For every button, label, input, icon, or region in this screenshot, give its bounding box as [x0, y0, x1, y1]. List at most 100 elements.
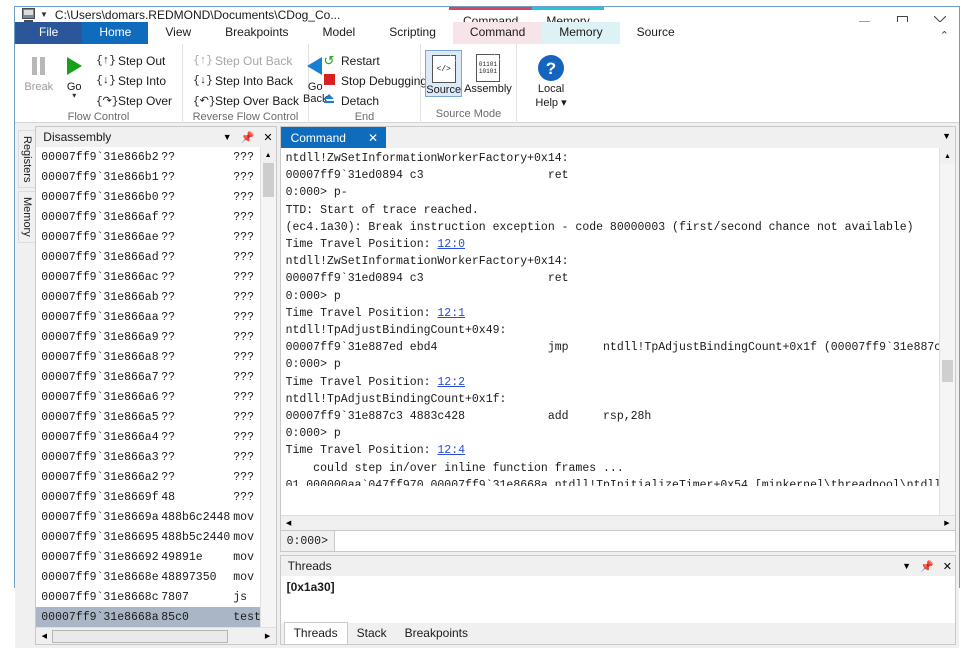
- go-button[interactable]: Go ▾: [56, 48, 91, 100]
- disassembly-dropdown-icon[interactable]: ▼: [223, 132, 232, 142]
- stop-debugging-button[interactable]: Stop Debugging: [315, 71, 431, 91]
- table-row[interactable]: 00007ff9`31e866af?????: [36, 207, 275, 227]
- table-row[interactable]: 00007ff9`31e866b0?????: [36, 187, 275, 207]
- tab-source[interactable]: Source: [620, 22, 692, 44]
- command-output[interactable]: ntdll!ZwSetInformationWorkerFactory+0x14…: [280, 148, 955, 515]
- restart-label: Restart: [341, 54, 380, 68]
- disassembly-horizontal-scrollbar[interactable]: ◀ ▶: [36, 627, 276, 644]
- step-out-button[interactable]: {↑} Step Out: [92, 51, 176, 71]
- tab-memory[interactable]: Memory: [542, 22, 620, 44]
- disassembly-pane: Disassembly ▼ 📌 ✕ 00007ff9`31e866b2?????…: [35, 126, 277, 645]
- table-row[interactable]: 00007ff9`31e8668a 85c0 test: [36, 607, 276, 627]
- step-out-back-button[interactable]: {↑} Step Out Back: [189, 51, 303, 71]
- scroll-thumb[interactable]: [262, 163, 274, 197]
- command-output-line: 0:000> p: [285, 289, 341, 303]
- command-scroll-right-icon[interactable]: ▶: [939, 516, 955, 531]
- disassembly-bytes: ??: [161, 170, 176, 184]
- app-system-icon[interactable]: [22, 7, 39, 22]
- table-row[interactable]: 00007ff9`31e866ad?????: [36, 247, 275, 267]
- detach-button[interactable]: Detach: [315, 91, 431, 111]
- command-tabs-dropdown-icon[interactable]: ▼: [942, 131, 951, 141]
- command-scroll-up-icon[interactable]: ▲: [940, 148, 955, 164]
- table-row[interactable]: 00007ff9`31e866a5?????: [36, 407, 275, 427]
- assembly-mode-button[interactable]: 01101 10101 Assembly: [464, 50, 512, 95]
- command-tab[interactable]: Command ✕: [280, 127, 386, 148]
- command-input[interactable]: [335, 531, 955, 551]
- disassembly-list[interactable]: 00007ff9`31e866b2????? 00007ff9`31e866b1?…: [36, 147, 276, 627]
- command-scroll-thumb[interactable]: [942, 360, 953, 382]
- command-vertical-scrollbar[interactable]: ▲: [939, 148, 955, 515]
- table-row[interactable]: 00007ff9`31e866ac?????: [36, 267, 275, 287]
- table-row[interactable]: 00007ff9`31e86692 49891e mov: [36, 547, 275, 567]
- assembly-mode-label: Assembly: [464, 83, 512, 95]
- source-mode-button[interactable]: </> Source: [425, 50, 463, 97]
- table-row[interactable]: 00007ff9`31e8668c 7807 js: [36, 587, 275, 607]
- tab-model[interactable]: Model: [306, 22, 373, 44]
- tab-breakpoints[interactable]: Breakpoints: [208, 22, 305, 44]
- collapse-ribbon-icon[interactable]: ⌃: [940, 29, 949, 42]
- restart-button[interactable]: ↺ Restart: [315, 51, 431, 71]
- disassembly-close-icon[interactable]: ✕: [263, 131, 272, 144]
- disassembly-bytes: ??: [161, 150, 176, 164]
- tab-threads[interactable]: Threads: [283, 622, 348, 644]
- table-row[interactable]: 00007ff9`31e866a2?????: [36, 467, 275, 487]
- table-row[interactable]: 00007ff9`31e866a9?????: [36, 327, 275, 347]
- command-tab-close-icon[interactable]: ✕: [368, 131, 378, 145]
- table-row[interactable]: 00007ff9`31e866a7?????: [36, 367, 275, 387]
- time-travel-position-link[interactable]: 12:2: [437, 376, 465, 389]
- detach-label: Detach: [341, 94, 380, 108]
- table-row[interactable]: 00007ff9`31e866a8?????: [36, 347, 275, 367]
- table-row[interactable]: 00007ff9`31e86695 488b5c2440 mov: [36, 527, 275, 547]
- threads-pin-icon[interactable]: 📌: [920, 560, 934, 573]
- table-row[interactable]: 00007ff9`31e866a6?????: [36, 387, 275, 407]
- table-row[interactable]: 00007ff9`31e866b1?????: [36, 167, 275, 187]
- table-row[interactable]: 00007ff9`31e866aa?????: [36, 307, 275, 327]
- step-into-back-button[interactable]: {↓} Step Into Back: [189, 71, 303, 91]
- time-travel-position-link[interactable]: 12:1: [437, 307, 465, 320]
- tab-home[interactable]: Home: [82, 22, 149, 44]
- command-horizontal-scrollbar[interactable]: ◀ ▶: [280, 515, 955, 531]
- step-out-label: Step Out: [117, 54, 166, 68]
- table-row[interactable]: 00007ff9`31e866a4?????: [36, 427, 275, 447]
- time-travel-position-link[interactable]: 12:4: [437, 444, 465, 457]
- scroll-right-icon[interactable]: ▶: [260, 629, 276, 644]
- step-into-back-label: Step Into Back: [215, 74, 294, 88]
- disassembly-vertical-scrollbar[interactable]: ▲: [259, 147, 276, 627]
- break-label: Break: [24, 81, 54, 93]
- table-row[interactable]: 00007ff9`31e866b2?????: [36, 147, 275, 167]
- threads-dropdown-icon[interactable]: ▼: [902, 561, 911, 571]
- ribbon-group-reverse-flow-control: {↑} Step Out Back {↓} Step Into Back {↶}…: [183, 44, 328, 123]
- scroll-left-icon[interactable]: ◀: [36, 629, 52, 644]
- local-help-label-1: Local: [537, 83, 565, 95]
- table-row[interactable]: 00007ff9`31e8668e 48897350 mov: [36, 567, 275, 587]
- step-over-button[interactable]: {↷} Step Over: [92, 91, 176, 111]
- tab-breakpoints-bottom[interactable]: Breakpoints: [396, 623, 477, 644]
- step-over-back-button[interactable]: {↶} Step Over Back: [189, 91, 303, 111]
- break-button[interactable]: Break: [21, 48, 56, 93]
- sidebar-item-registers[interactable]: Registers: [18, 130, 36, 189]
- table-row[interactable]: 00007ff9`31e8669a 488b6c2448 mov: [36, 507, 275, 527]
- thread-row[interactable]: [0x1a30]: [287, 580, 955, 594]
- disassembly-pin-icon[interactable]: 📌: [241, 131, 255, 144]
- window-title: C:\Users\domars.REDMOND\Documents\CDog_C…: [54, 7, 341, 22]
- command-output-line: ntdll!TpAdjustBindingCount+0x1f:: [285, 392, 507, 406]
- local-help-button[interactable]: ? Local Help ▾: [523, 50, 579, 109]
- time-travel-position-link[interactable]: 12:0: [437, 238, 465, 251]
- step-into-button[interactable]: {↓} Step Into: [92, 71, 176, 91]
- tab-file[interactable]: File: [15, 22, 83, 44]
- sidebar-item-memory[interactable]: Memory: [18, 191, 36, 244]
- hscroll-thumb[interactable]: [52, 629, 229, 643]
- threads-close-icon[interactable]: ✕: [943, 560, 952, 573]
- go-dropdown-chevron-icon[interactable]: ▾: [72, 92, 76, 100]
- tab-view[interactable]: View: [148, 22, 208, 44]
- system-menu-chevron-icon[interactable]: ▼: [40, 10, 48, 19]
- scroll-up-icon[interactable]: ▲: [260, 147, 276, 163]
- table-row[interactable]: 00007ff9`31e866ae?????: [36, 227, 275, 247]
- tab-scripting[interactable]: Scripting: [372, 22, 453, 44]
- tab-command[interactable]: Command: [452, 22, 543, 44]
- table-row[interactable]: 00007ff9`31e866a3?????: [36, 447, 275, 467]
- tab-stack[interactable]: Stack: [348, 623, 396, 644]
- table-row[interactable]: 00007ff9`31e866ab?????: [36, 287, 275, 307]
- command-scroll-left-icon[interactable]: ◀: [281, 516, 297, 531]
- table-row[interactable]: 00007ff9`31e8669f 48???: [36, 487, 275, 507]
